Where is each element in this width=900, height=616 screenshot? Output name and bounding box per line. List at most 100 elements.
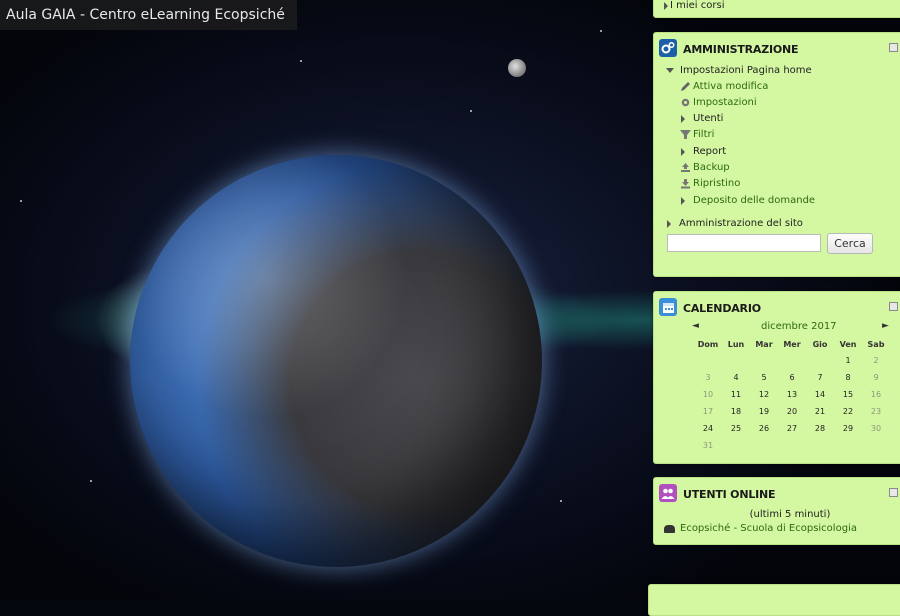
calendar-day: 17: [702, 407, 714, 416]
calendar-day: 12: [758, 390, 770, 399]
site-title[interactable]: Aula GAIA - Centro eLearning Ecopsiché: [0, 0, 297, 30]
menu-item-question-bank[interactable]: Deposito delle domande: [681, 195, 815, 206]
block-title: AMMINISTRAZIONE: [683, 43, 799, 56]
weekday-row: Dom Lun Mar Mer Gio Ven Sab: [694, 336, 890, 352]
week-row: 31: [694, 437, 890, 454]
search-button[interactable]: Cerca: [827, 233, 873, 254]
menu-item-turn-editing-on[interactable]: Attiva modifica: [680, 81, 768, 92]
calendar-day: 15: [842, 390, 854, 399]
calendar-day: 16: [870, 390, 882, 399]
users-icon: [659, 484, 677, 502]
calendar-day: 9: [873, 373, 879, 382]
calendar-day: 11: [730, 390, 742, 399]
star: [600, 30, 602, 32]
calendar-day: 28: [814, 424, 826, 433]
gear-icon: [681, 98, 690, 107]
week-row: 1 2: [694, 352, 890, 369]
next-block: [648, 584, 900, 616]
online-user-item[interactable]: Ecopsiché - Scuola di Ecopsicologia: [664, 523, 857, 534]
menu-item-users[interactable]: Utenti: [681, 113, 723, 124]
block-title: UTENTI ONLINE: [683, 488, 776, 501]
calendar-day: 10: [702, 390, 714, 399]
tree-node-site-administration[interactable]: Amministrazione del sito: [667, 218, 803, 229]
weekday-header: Sab: [867, 339, 885, 349]
menu-item-reports[interactable]: Report: [681, 146, 726, 157]
calendar-day: 31: [702, 441, 714, 450]
admin-search-input[interactable]: [667, 234, 821, 252]
calendar-day: 30: [870, 424, 882, 433]
calendar-day: [750, 437, 778, 454]
calendar-day: 20: [786, 407, 798, 416]
calendar-day: [722, 352, 750, 369]
calendar-day: 4: [733, 373, 739, 382]
calendar-day: 19: [758, 407, 770, 416]
weekday-header: Lun: [727, 339, 745, 349]
block-header: AMMINISTRAZIONE: [654, 33, 900, 61]
star: [300, 60, 302, 62]
calendar-day: 29: [842, 424, 854, 433]
calendar-day: [778, 352, 806, 369]
weekday-header: Gio: [812, 339, 828, 349]
block-header: UTENTI ONLINE: [654, 478, 900, 506]
calendar-day: 18: [730, 407, 742, 416]
collapse-block-icon[interactable]: [889, 488, 898, 497]
weekday-header: Mer: [783, 339, 801, 349]
my-courses-link[interactable]: I miei corsi: [670, 0, 724, 11]
calendar-day: 14: [814, 390, 826, 399]
calendar-day: 27: [786, 424, 798, 433]
star: [90, 480, 92, 482]
calendar-day: [806, 437, 834, 454]
online-users-block: UTENTI ONLINE (ultimi 5 minuti) Ecopsich…: [653, 477, 900, 545]
menu-item-backup[interactable]: Backup: [680, 162, 730, 173]
calendar-day: 23: [870, 407, 882, 416]
calendar-day: [722, 437, 750, 454]
menu-item-filters[interactable]: Filtri: [680, 129, 714, 140]
arrow-right-icon: [681, 147, 685, 156]
arrow-right-icon: [667, 219, 671, 228]
collapse-block-icon[interactable]: [889, 302, 898, 311]
weekday-header: Mar: [755, 339, 773, 349]
online-period-text: (ultimi 5 minuti): [749, 509, 831, 520]
administration-block: AMMINISTRAZIONE Impostazioni Pagina home…: [653, 32, 900, 277]
block-header: CALENDARIO: [654, 292, 900, 320]
calendar-day: 1: [845, 356, 851, 365]
week-row: 3 4 5 6 7 8 9: [694, 369, 890, 386]
previous-month-arrow[interactable]: ◄: [692, 321, 699, 331]
block-title: CALENDARIO: [683, 302, 761, 315]
moon-image: [508, 59, 526, 77]
calendar-day: 3: [705, 373, 711, 382]
filter-icon: [680, 130, 691, 139]
earth-planet-image: [130, 155, 542, 567]
calendar-icon: [659, 298, 677, 316]
arrow-right-icon: [664, 1, 668, 10]
calendar-day: 7: [817, 373, 823, 382]
calendar-day: 2: [873, 356, 879, 365]
collapse-block-icon[interactable]: [889, 43, 898, 52]
pencil-icon: [681, 82, 690, 91]
calendar-day: [778, 437, 806, 454]
arrow-right-icon: [681, 196, 685, 205]
calendar-grid: Dom Lun Mar Mer Gio Ven Sab 1 2 3 4 5 6 …: [694, 336, 890, 454]
calendar-day: [834, 437, 862, 454]
upload-icon: [681, 163, 690, 172]
next-month-arrow[interactable]: ►: [882, 321, 889, 331]
calendar-day: [806, 352, 834, 369]
calendar-day: 8: [845, 373, 851, 382]
arrow-right-icon: [681, 114, 685, 123]
calendar-day: 5: [761, 373, 767, 382]
calendar-day: 6: [789, 373, 795, 382]
calendar-day: [750, 352, 778, 369]
weekday-header: Dom: [697, 339, 719, 349]
star: [20, 200, 22, 202]
tree-node-front-page-settings[interactable]: Impostazioni Pagina home: [666, 65, 812, 76]
calendar-month-title[interactable]: dicembre 2017: [761, 321, 837, 332]
download-icon: [681, 179, 690, 189]
week-row: 24 25 26 27 28 29 30: [694, 420, 890, 437]
calendar-day: 24: [702, 424, 714, 433]
arrow-down-icon: [666, 68, 674, 73]
menu-item-settings[interactable]: Impostazioni: [680, 97, 757, 108]
week-row: 17 18 19 20 21 22 23: [694, 403, 890, 420]
menu-item-restore[interactable]: Ripristino: [680, 178, 740, 189]
calendar-day: 21: [814, 407, 826, 416]
calendar-day: [862, 437, 890, 454]
